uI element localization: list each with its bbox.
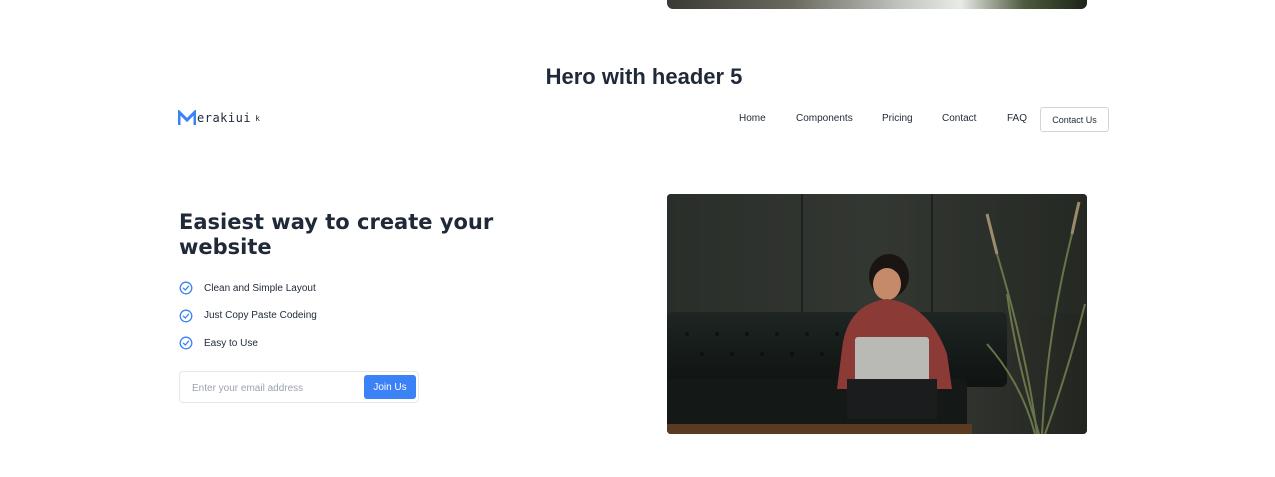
check-circle-icon xyxy=(179,281,193,295)
feature-label: Easy to Use xyxy=(204,337,258,349)
list-item: Just Copy Paste Codeing xyxy=(179,308,317,324)
email-input[interactable] xyxy=(192,379,357,397)
nav-item-components[interactable]: Components xyxy=(796,113,853,124)
hero-photo-illustration xyxy=(667,194,1087,434)
hero-title: Easiest way to create your website xyxy=(179,210,494,259)
check-circle-icon xyxy=(179,336,193,350)
hero-image xyxy=(667,194,1087,434)
feature-label: Just Copy Paste Codeing xyxy=(204,310,317,321)
email-signup-form: Join Us xyxy=(179,371,419,403)
feature-label: Clean and Simple Layout xyxy=(204,282,316,294)
section-title: Hero with header 5 xyxy=(545,64,743,89)
list-item: Clean and Simple Layout xyxy=(179,280,317,296)
nav-item-contact[interactable]: Contact xyxy=(942,113,976,124)
previous-hero-image xyxy=(667,0,1087,9)
nav-item-pricing[interactable]: Pricing xyxy=(882,113,913,124)
list-item: Easy to Use xyxy=(179,335,317,351)
feature-list: Clean and Simple Layout Just Copy Paste … xyxy=(179,280,317,363)
join-us-button[interactable]: Join Us xyxy=(364,375,416,399)
page: Hero with header 5 erakiui k Home Compon… xyxy=(0,0,1275,477)
contact-us-button[interactable]: Contact Us xyxy=(1040,107,1109,132)
check-circle-icon xyxy=(179,309,193,322)
nav-item-home[interactable]: Home xyxy=(739,113,766,124)
nav-item-faq[interactable]: FAQ xyxy=(1007,113,1027,124)
